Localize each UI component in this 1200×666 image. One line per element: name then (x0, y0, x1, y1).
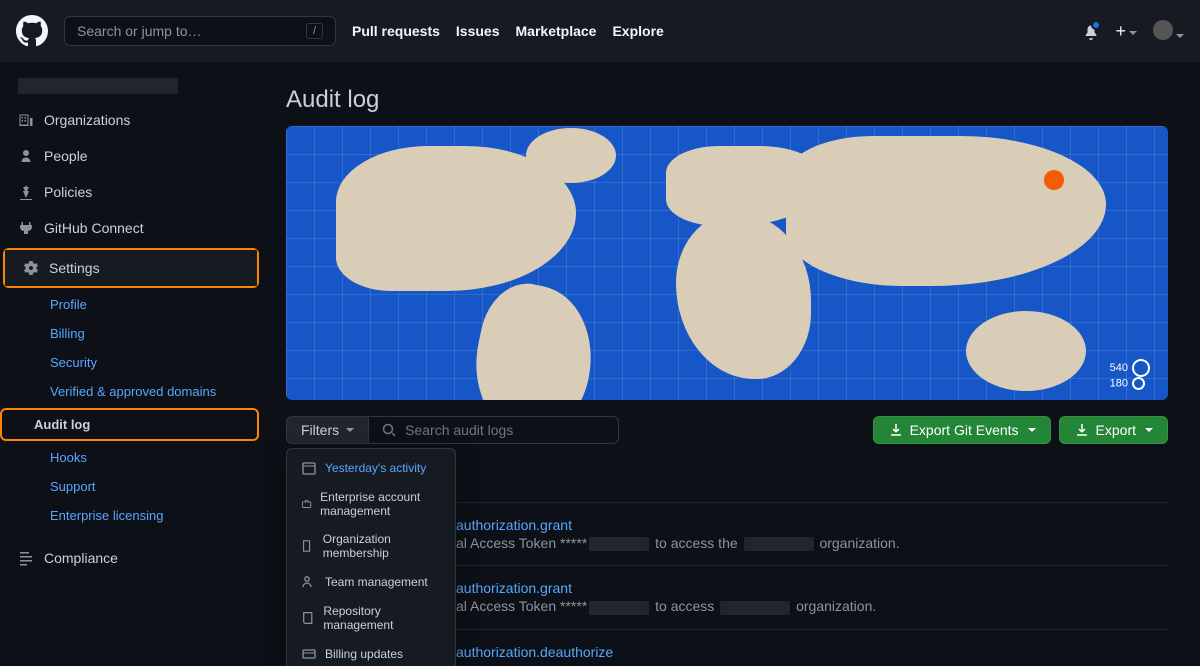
map-activity-marker-icon (1044, 170, 1064, 190)
landmass-au (966, 311, 1086, 391)
filter-org-membership[interactable]: Organization membership (287, 525, 455, 567)
repo-icon (301, 610, 315, 626)
global-search-input[interactable]: Search or jump to… / (64, 16, 336, 46)
header-right: + (1083, 20, 1184, 43)
sidebar-sub-billing[interactable]: Billing (32, 319, 262, 348)
audit-toolbar: Filters Yesterday's activity Enterprise … (286, 416, 1168, 444)
briefcase-icon (301, 496, 312, 512)
sidebar-sub-profile[interactable]: Profile (32, 290, 262, 319)
primary-nav: Pull requests Issues Marketplace Explore (352, 23, 664, 39)
landmass-sa (462, 276, 606, 400)
avatar-icon (1153, 20, 1173, 40)
sidebar-item-label: Organizations (44, 112, 130, 128)
sidebar-item-compliance[interactable]: Compliance (0, 540, 262, 576)
main-content: Audit log 540 180 Filters Yester (262, 62, 1200, 666)
sidebar-item-label: Compliance (44, 550, 118, 566)
zoom-ring-icon (1132, 359, 1150, 377)
caret-down-icon (1176, 34, 1184, 38)
people-icon (301, 574, 317, 590)
sidebar: Organizations People Policies GitHub Con… (0, 62, 262, 666)
notification-indicator-icon (1091, 20, 1101, 30)
audit-log-highlight-box: Audit log (0, 408, 259, 441)
search-placeholder: Search audit logs (405, 422, 513, 438)
nav-issues[interactable]: Issues (456, 23, 500, 39)
plus-icon: + (1115, 21, 1126, 41)
search-icon (381, 422, 397, 438)
caret-down-icon (1129, 31, 1137, 35)
page-title: Audit log (286, 86, 1168, 114)
export-git-events-button[interactable]: Export Git Events (873, 416, 1051, 444)
sidebar-item-label: People (44, 148, 88, 164)
settings-highlight-box: Settings (3, 248, 259, 288)
download-icon (1074, 422, 1090, 438)
sidebar-item-organizations[interactable]: Organizations (0, 102, 262, 138)
landmass-greenland (526, 128, 616, 183)
sidebar-item-label: Settings (49, 260, 100, 276)
sidebar-sub-domains[interactable]: Verified & approved domains (32, 377, 262, 406)
sidebar-item-policies[interactable]: Policies (0, 174, 262, 210)
law-icon (18, 184, 34, 200)
nav-marketplace[interactable]: Marketplace (516, 23, 597, 39)
user-menu[interactable] (1153, 20, 1184, 43)
sidebar-item-github-connect[interactable]: GitHub Connect (0, 210, 262, 246)
sidebar-enterprise-name (0, 62, 262, 102)
filter-team[interactable]: Team management (287, 567, 455, 597)
filter-enterprise[interactable]: Enterprise account management (287, 483, 455, 525)
entry-description: al Access Token ***** to access the orga… (456, 535, 1168, 551)
filter-repo[interactable]: Repository management (287, 597, 455, 639)
sidebar-sub-licensing[interactable]: Enterprise licensing (32, 501, 262, 530)
sidebar-sub-hooks[interactable]: Hooks (32, 443, 262, 472)
sidebar-item-label: GitHub Connect (44, 220, 144, 236)
map-zoom-controls[interactable]: 540 180 (1110, 359, 1150, 390)
filters-button[interactable]: Filters (286, 416, 369, 444)
audit-search-input[interactable]: Search audit logs (369, 416, 619, 444)
export-button[interactable]: Export (1059, 416, 1168, 444)
checklist-icon (18, 550, 34, 566)
notifications-button[interactable] (1083, 22, 1099, 39)
caret-down-icon (346, 428, 354, 432)
nav-pull-requests[interactable]: Pull requests (352, 23, 440, 39)
filter-billing[interactable]: Billing updates (287, 639, 455, 666)
top-header: Search or jump to… / Pull requests Issue… (0, 0, 1200, 62)
search-placeholder: Search or jump to… (77, 23, 202, 39)
filter-yesterday[interactable]: Yesterday's activity (287, 453, 455, 483)
sidebar-sub-security[interactable]: Security (32, 348, 262, 377)
plug-icon (18, 220, 34, 236)
sidebar-sub-audit-log[interactable]: Audit log (2, 410, 257, 439)
organization-icon (18, 112, 34, 128)
slash-key-hint: / (306, 23, 323, 39)
sidebar-item-label: Policies (44, 184, 92, 200)
sidebar-item-people[interactable]: People (0, 138, 262, 174)
github-logo-icon[interactable] (16, 15, 48, 47)
calendar-icon (301, 460, 317, 476)
nav-explore[interactable]: Explore (612, 23, 663, 39)
caret-down-icon (1145, 428, 1153, 432)
filters-dropdown: Yesterday's activity Enterprise account … (286, 448, 456, 666)
entry-action-link[interactable]: authorization.grant (456, 517, 572, 533)
caret-down-icon (1028, 428, 1036, 432)
person-icon (18, 148, 34, 164)
sidebar-sub-support[interactable]: Support (32, 472, 262, 501)
entry-action-link[interactable]: authorization.deauthorize (456, 644, 613, 660)
world-map[interactable]: 540 180 (286, 126, 1168, 400)
organization-icon (301, 538, 315, 554)
settings-submenu: Profile Billing Security Verified & appr… (0, 290, 262, 530)
sidebar-item-settings[interactable]: Settings (5, 250, 257, 286)
landmass-as (786, 136, 1106, 286)
entry-description: al Access Token ***** to access organiza… (456, 598, 1168, 614)
entry-action-link[interactable]: authorization.grant (456, 580, 572, 596)
credit-card-icon (301, 646, 317, 662)
download-icon (888, 422, 904, 438)
zoom-ring-icon (1132, 377, 1145, 390)
create-new-menu[interactable]: + (1115, 21, 1137, 42)
gear-icon (23, 260, 39, 276)
